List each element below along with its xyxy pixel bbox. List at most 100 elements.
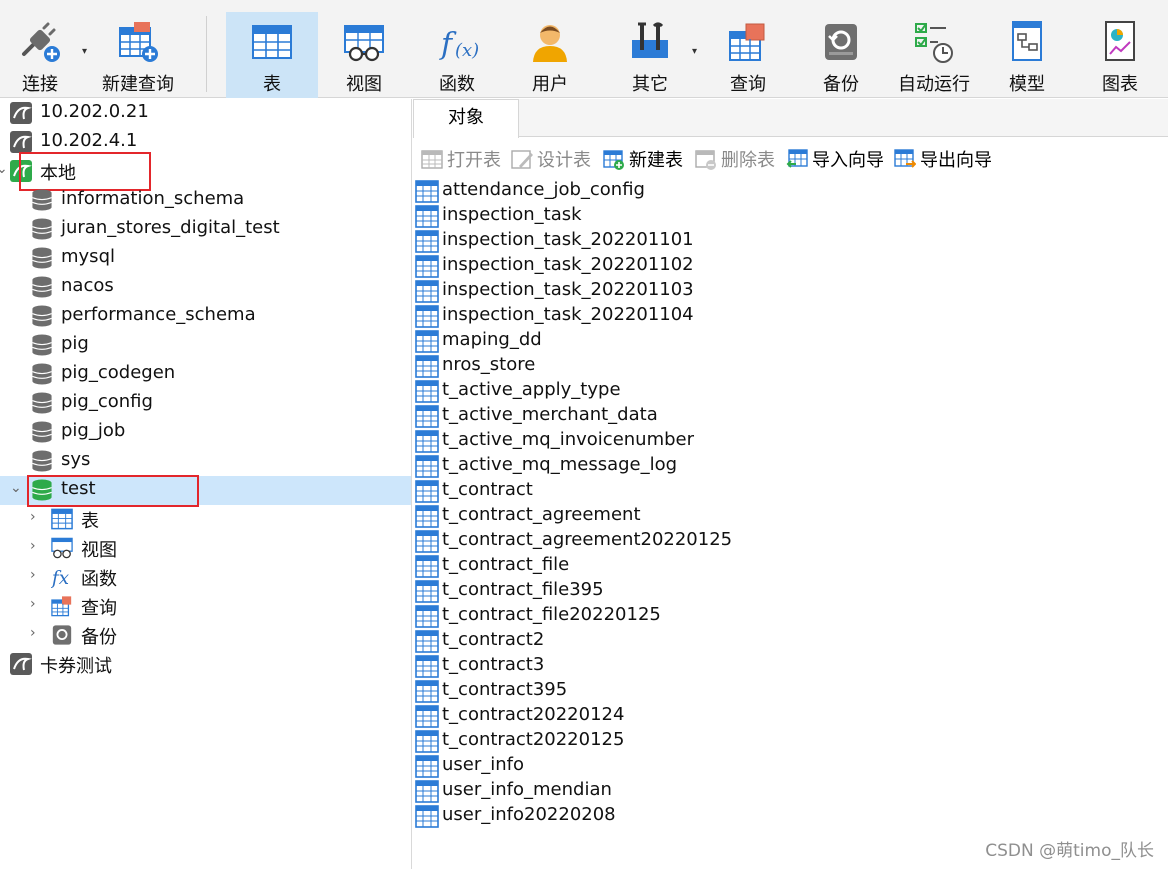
table-icon: [415, 405, 439, 428]
object-folder-label: 视图: [81, 540, 117, 561]
model-button[interactable]: 模型: [981, 12, 1073, 98]
table-name: t_active_mq_invoicenumber: [442, 429, 695, 450]
connection-coupon-test[interactable]: 卡券测试: [0, 650, 411, 679]
table-row[interactable]: t_contract20220125: [415, 729, 1015, 754]
query-button[interactable]: 查询: [702, 12, 794, 98]
table-icon: [415, 780, 439, 803]
database-label: nacos: [61, 275, 114, 296]
design-table-label: 设计表: [537, 150, 591, 171]
table-row[interactable]: user_info_mendian: [415, 779, 1015, 804]
mysql-connection-icon: [10, 131, 32, 153]
database-label: pig_codegen: [61, 362, 176, 383]
mysql-connection-icon: [10, 653, 32, 675]
table-row[interactable]: t_contract: [415, 479, 1015, 504]
table-name: maping_dd: [442, 329, 542, 350]
database-pig-codegen[interactable]: pig_codegen: [0, 360, 411, 389]
view-button[interactable]: 视图: [318, 12, 410, 98]
table-button[interactable]: 表: [226, 12, 318, 98]
auto-run-icon: [915, 23, 953, 63]
table-icon: [415, 480, 439, 503]
new-query-button[interactable]: 新建查询: [92, 12, 184, 98]
table-row[interactable]: t_contract20220124: [415, 704, 1015, 729]
auto-run-button[interactable]: 自动运行: [888, 12, 980, 98]
other-button[interactable]: 其它: [604, 12, 696, 98]
collapse-arrow-icon[interactable]: ›: [30, 567, 36, 583]
table-name: inspection_task: [442, 204, 582, 225]
table-icon: [415, 655, 439, 678]
connect-button[interactable]: 连接: [0, 12, 86, 98]
table-row[interactable]: attendance_job_config: [415, 179, 1015, 204]
database-information-schema[interactable]: information_schema: [0, 186, 411, 215]
table-row[interactable]: t_contract_agreement20220125: [415, 529, 1015, 554]
table-row[interactable]: inspection_task: [415, 204, 1015, 229]
table-row[interactable]: t_active_merchant_data: [415, 404, 1015, 429]
table-row[interactable]: t_contract2: [415, 629, 1015, 654]
other-dropdown-icon[interactable]: ▾: [692, 46, 697, 57]
connect-dropdown-icon[interactable]: ▾: [82, 46, 87, 57]
database-icon: [32, 189, 52, 211]
table-row[interactable]: t_contract_file: [415, 554, 1015, 579]
database-pig-job[interactable]: pig_job: [0, 418, 411, 447]
table-row[interactable]: t_active_mq_invoicenumber: [415, 429, 1015, 454]
svg-text:fx: fx: [51, 568, 70, 588]
table-row[interactable]: user_info20220208: [415, 804, 1015, 829]
table-row[interactable]: nros_store: [415, 354, 1015, 379]
table-row[interactable]: t_contract_file395: [415, 579, 1015, 604]
table-row[interactable]: t_contract_agreement: [415, 504, 1015, 529]
database-pig[interactable]: pig: [0, 331, 411, 360]
collapse-arrow-icon[interactable]: ›: [30, 509, 36, 525]
table-row[interactable]: t_active_apply_type: [415, 379, 1015, 404]
table-icon: [415, 205, 439, 228]
collapse-arrow-icon[interactable]: ›: [30, 596, 36, 612]
test-child-backup[interactable]: › 备份: [0, 621, 411, 650]
test-child-query[interactable]: › 查询: [0, 592, 411, 621]
chart-button[interactable]: 图表: [1074, 12, 1166, 98]
table-icon: [415, 805, 439, 828]
query-icon: [51, 596, 72, 617]
user-button[interactable]: 用户: [504, 12, 596, 98]
tab-object[interactable]: 对象: [413, 99, 519, 138]
table-row[interactable]: inspection_task_202201102: [415, 254, 1015, 279]
database-label: sys: [61, 449, 91, 470]
table-name: t_active_apply_type: [442, 379, 621, 400]
table-row[interactable]: maping_dd: [415, 329, 1015, 354]
collapse-arrow-icon[interactable]: ›: [30, 538, 36, 554]
database-sys[interactable]: sys: [0, 447, 411, 476]
table-row[interactable]: t_contract395: [415, 679, 1015, 704]
database-icon: [32, 363, 52, 385]
table-icon: [415, 755, 439, 778]
database-pig-config[interactable]: pig_config: [0, 389, 411, 418]
connection-10-202-0-21[interactable]: 10.202.0.21: [0, 99, 411, 128]
toolbar-separator: [206, 16, 207, 92]
expand-arrow-icon[interactable]: ⌄: [10, 480, 22, 496]
table-row[interactable]: user_info: [415, 754, 1015, 779]
table-row[interactable]: t_contract3: [415, 654, 1015, 679]
database-performance-schema[interactable]: performance_schema: [0, 302, 411, 331]
table-name: t_contract: [442, 479, 533, 500]
function-button[interactable]: f (x) 函数: [411, 12, 503, 98]
expand-arrow-icon[interactable]: ⌄: [0, 161, 8, 177]
database-label: information_schema: [61, 188, 245, 209]
view-icon: [51, 537, 73, 559]
backup-button[interactable]: 备份: [795, 12, 887, 98]
test-child-view[interactable]: › 视图: [0, 534, 411, 563]
connect-label: 连接: [22, 74, 58, 95]
database-label: pig_config: [61, 391, 153, 412]
table-icon: [415, 180, 439, 203]
table-row[interactable]: inspection_task_202201103: [415, 279, 1015, 304]
table-icon: [415, 305, 439, 328]
test-child-function[interactable]: › fx 函数: [0, 563, 411, 592]
database-juran-stores-digital-test[interactable]: juran_stores_digital_test: [0, 215, 411, 244]
table-row[interactable]: t_contract_file20220125: [415, 604, 1015, 629]
database-nacos[interactable]: nacos: [0, 273, 411, 302]
svg-text:(x): (x): [455, 40, 479, 61]
database-mysql[interactable]: mysql: [0, 244, 411, 273]
function-fx-icon: f (x): [439, 27, 479, 62]
table-row[interactable]: inspection_task_202201101: [415, 229, 1015, 254]
test-child-table[interactable]: › 表: [0, 505, 411, 534]
table-row[interactable]: t_active_mq_message_log: [415, 454, 1015, 479]
table-row[interactable]: inspection_task_202201104: [415, 304, 1015, 329]
object-folder-label: 表: [81, 511, 99, 532]
table-icon: [415, 630, 439, 653]
collapse-arrow-icon[interactable]: ›: [30, 625, 36, 641]
